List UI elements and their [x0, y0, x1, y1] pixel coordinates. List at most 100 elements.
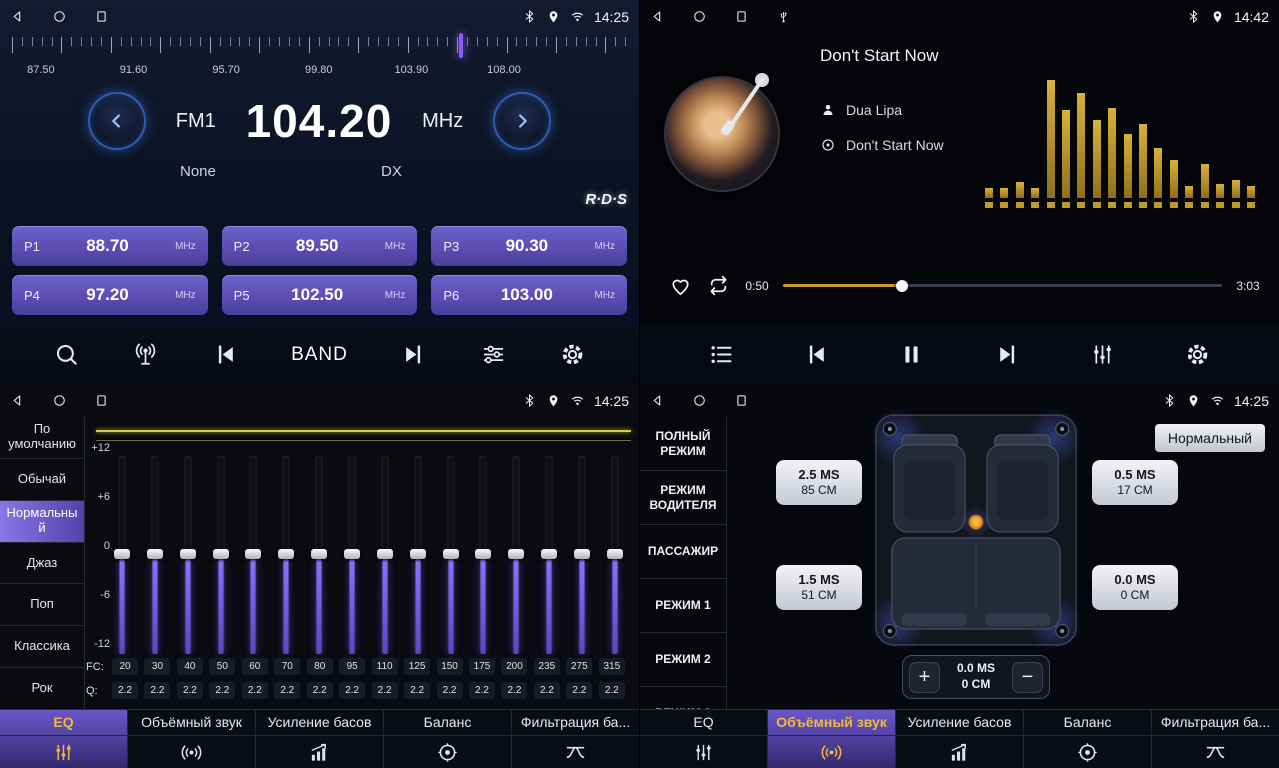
tuner-sliders-button[interactable] [480, 341, 507, 368]
eq-band-slider[interactable] [112, 456, 132, 654]
next-button[interactable] [400, 341, 427, 368]
eq-band-slider[interactable] [605, 456, 625, 654]
album-art[interactable] [664, 76, 780, 192]
tune-down-button[interactable] [88, 92, 146, 150]
recents-button[interactable] [734, 9, 749, 24]
delay-front-left[interactable]: 2.5 MS 85 CM [776, 460, 862, 505]
tab-bass-boost[interactable]: Усиление басов [256, 710, 384, 768]
listening-mode-item[interactable]: РЕЖИМ 1 [640, 579, 726, 633]
recents-button[interactable] [734, 393, 749, 408]
listening-mode-item[interactable]: ПАССАЖИР [640, 525, 726, 579]
recents-button[interactable] [94, 393, 109, 408]
slider-knob[interactable] [147, 549, 163, 559]
delay-rear-right[interactable]: 0.0 MS 0 CM [1092, 565, 1178, 610]
increase-button[interactable]: + [909, 662, 940, 693]
slider-knob[interactable] [574, 549, 590, 559]
slider-knob[interactable] [114, 549, 130, 559]
favorite-button[interactable] [668, 273, 693, 298]
tab-filter[interactable]: Фильтрация ба... [512, 710, 639, 768]
eq-band-slider[interactable] [572, 456, 592, 654]
eq-preset-item[interactable]: Рок [0, 668, 84, 710]
eq-preset-item[interactable]: Обычай [0, 459, 84, 501]
preset-P5[interactable]: P5102.50MHz [222, 275, 418, 315]
eq-band-slider[interactable] [276, 456, 296, 654]
eq-preset-item[interactable]: Поп [0, 584, 84, 626]
slider-knob[interactable] [475, 549, 491, 559]
slider-knob[interactable] [443, 549, 459, 559]
pause-button[interactable] [898, 341, 925, 368]
home-button[interactable] [52, 9, 67, 24]
delay-rear-left[interactable]: 1.5 MS 51 CM [776, 565, 862, 610]
tab-surround[interactable]: Объёмный звук [768, 710, 896, 768]
tab-eq-sliders[interactable]: EQ [640, 710, 768, 768]
progress-knob[interactable] [896, 280, 908, 292]
previous-button[interactable] [212, 341, 239, 368]
back-button[interactable] [650, 9, 665, 24]
slider-knob[interactable] [410, 549, 426, 559]
eq-preset-item[interactable]: Нормальный [0, 501, 84, 543]
tuning-pointer[interactable] [459, 33, 463, 58]
preset-P6[interactable]: P6103.00MHz [431, 275, 627, 315]
recents-button[interactable] [94, 9, 109, 24]
settings-button[interactable] [1184, 341, 1211, 368]
listening-mode-item[interactable]: ПОЛНЫЙ РЕЖИМ [640, 417, 726, 471]
playlist-button[interactable] [708, 341, 735, 368]
eq-band-slider[interactable] [309, 456, 329, 654]
eq-band-slider[interactable] [539, 456, 559, 654]
previous-button[interactable] [803, 341, 830, 368]
preset-P3[interactable]: P390.30MHz [431, 226, 627, 266]
slider-knob[interactable] [344, 549, 360, 559]
preset-P2[interactable]: P289.50MHz [222, 226, 418, 266]
slider-knob[interactable] [213, 549, 229, 559]
tune-up-button[interactable] [493, 92, 551, 150]
slider-knob[interactable] [180, 549, 196, 559]
eq-band-slider[interactable] [506, 456, 526, 654]
slider-knob[interactable] [607, 549, 623, 559]
broadcast-button[interactable] [132, 341, 159, 368]
eq-band-slider[interactable] [243, 456, 263, 654]
search-button[interactable] [53, 341, 80, 368]
back-button[interactable] [650, 393, 665, 408]
frequency-scale[interactable]: 87.5091.6095.7099.80103.90108.00 [12, 37, 627, 83]
eq-band-slider[interactable] [441, 456, 461, 654]
eq-band-slider[interactable] [408, 456, 428, 654]
eq-sliders-button[interactable] [1089, 341, 1116, 368]
settings-button[interactable] [559, 341, 586, 368]
tab-bass-boost[interactable]: Усиление басов [896, 710, 1024, 768]
listening-mode-item[interactable]: РЕЖИМ ВОДИТЕЛЯ [640, 471, 726, 525]
progress-bar[interactable] [783, 284, 1222, 287]
eq-band-slider[interactable] [375, 456, 395, 654]
back-button[interactable] [10, 9, 25, 24]
eq-preset-item[interactable]: Джаз [0, 543, 84, 585]
back-button[interactable] [10, 393, 25, 408]
listening-mode-item[interactable]: РЕЖИМ 2 [640, 633, 726, 687]
preset-P1[interactable]: P188.70MHz [12, 226, 208, 266]
slider-knob[interactable] [245, 549, 261, 559]
tab-balance[interactable]: Баланс [384, 710, 512, 768]
home-button[interactable] [692, 393, 707, 408]
eq-band-slider[interactable] [211, 456, 231, 654]
tab-eq-sliders[interactable]: EQ [0, 710, 128, 768]
eq-preset-item[interactable]: По умолчанию [0, 417, 84, 459]
delay-front-right[interactable]: 0.5 MS 17 CM [1092, 460, 1178, 505]
next-button[interactable] [994, 341, 1021, 368]
tab-surround[interactable]: Объёмный звук [128, 710, 256, 768]
tab-filter[interactable]: Фильтрация ба... [1152, 710, 1279, 768]
eq-band-slider[interactable] [178, 456, 198, 654]
slider-knob[interactable] [377, 549, 393, 559]
slider-knob[interactable] [311, 549, 327, 559]
slider-knob[interactable] [278, 549, 294, 559]
preset-P4[interactable]: P497.20MHz [12, 275, 208, 315]
eq-band-slider[interactable] [473, 456, 493, 654]
eq-band-slider[interactable] [145, 456, 165, 654]
slider-knob[interactable] [508, 549, 524, 559]
slider-knob[interactable] [541, 549, 557, 559]
band-button[interactable]: BAND [291, 344, 348, 366]
repeat-button[interactable] [706, 273, 731, 298]
tab-balance[interactable]: Баланс [1024, 710, 1152, 768]
home-button[interactable] [52, 393, 67, 408]
preset-normal-button[interactable]: Нормальный [1155, 424, 1265, 452]
home-button[interactable] [692, 9, 707, 24]
eq-band-slider[interactable] [342, 456, 362, 654]
decrease-button[interactable]: − [1012, 662, 1043, 693]
